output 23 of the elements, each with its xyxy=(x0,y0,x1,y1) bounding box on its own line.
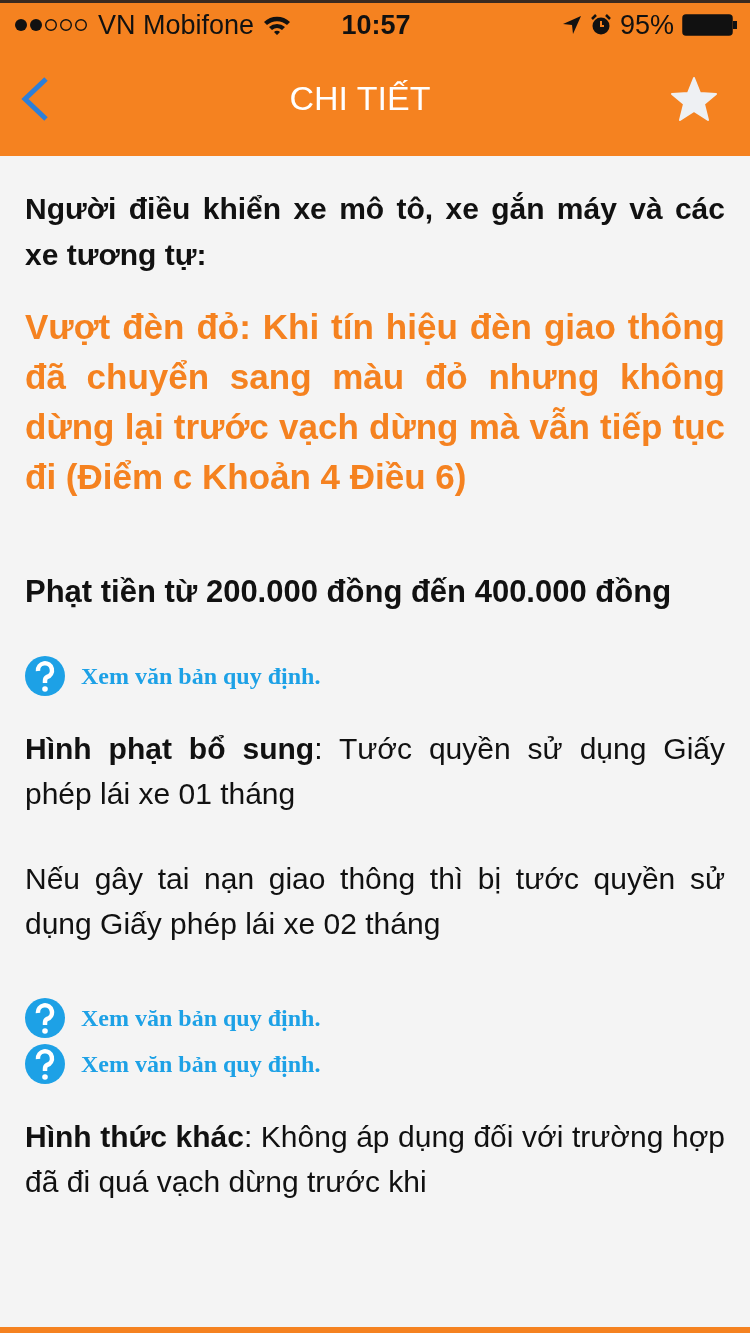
help-icon[interactable] xyxy=(25,1044,65,1084)
paragraph: Hình thức khác: Không áp dụng đối với trường hợp đã đi quá vạch dừng trước khi xyxy=(25,1119,725,1200)
violation-title: Vượt đèn đỏ: Khi tín hiệu đèn giao thông đã chuyển sang màu đỏ nhưng không dừng lại trước vạch dừng mà vẫn tiếp tục đi (Điểm c Khoản 4 Điều 6) xyxy=(25,306,725,498)
paragraph: Nếu gây tai nạn giao thông thì bị tước quyền sử dụng Giấy phép lái xe 02 tháng xyxy=(25,861,725,942)
regulation-link[interactable]: Xem văn bản quy định. xyxy=(81,1050,321,1078)
fine-text: Phạt tiền từ 200.000 đồng đến 400.000 đồng xyxy=(25,573,673,611)
signal-icon xyxy=(14,18,90,32)
location-arrow-icon xyxy=(561,15,582,35)
wifi-icon xyxy=(262,14,293,36)
help-icon[interactable] xyxy=(25,998,65,1038)
alarm-clock-icon xyxy=(589,14,612,36)
star-icon[interactable] xyxy=(670,75,718,122)
help-icon[interactable] xyxy=(25,656,65,696)
regulation-link[interactable]: Xem văn bản quy định. xyxy=(81,662,321,690)
paragraph: Hình phạt bổ sung: Tước quyền sử dụng Giấy phép lái xe 01 tháng xyxy=(25,731,725,812)
carrier-name: VN Mobifone xyxy=(98,9,255,41)
clock-time: 10:57 xyxy=(341,9,411,41)
battery-percent: 95% xyxy=(619,9,674,41)
intro-text: Người điều khiển xe mô tô, xe gắn máy và các xe tương tự: xyxy=(25,191,725,273)
back-icon[interactable] xyxy=(20,75,50,122)
page-title: CHI TIẾT xyxy=(289,79,431,118)
regulation-link[interactable]: Xem văn bản quy định. xyxy=(81,1004,321,1032)
battery-icon xyxy=(682,14,738,36)
